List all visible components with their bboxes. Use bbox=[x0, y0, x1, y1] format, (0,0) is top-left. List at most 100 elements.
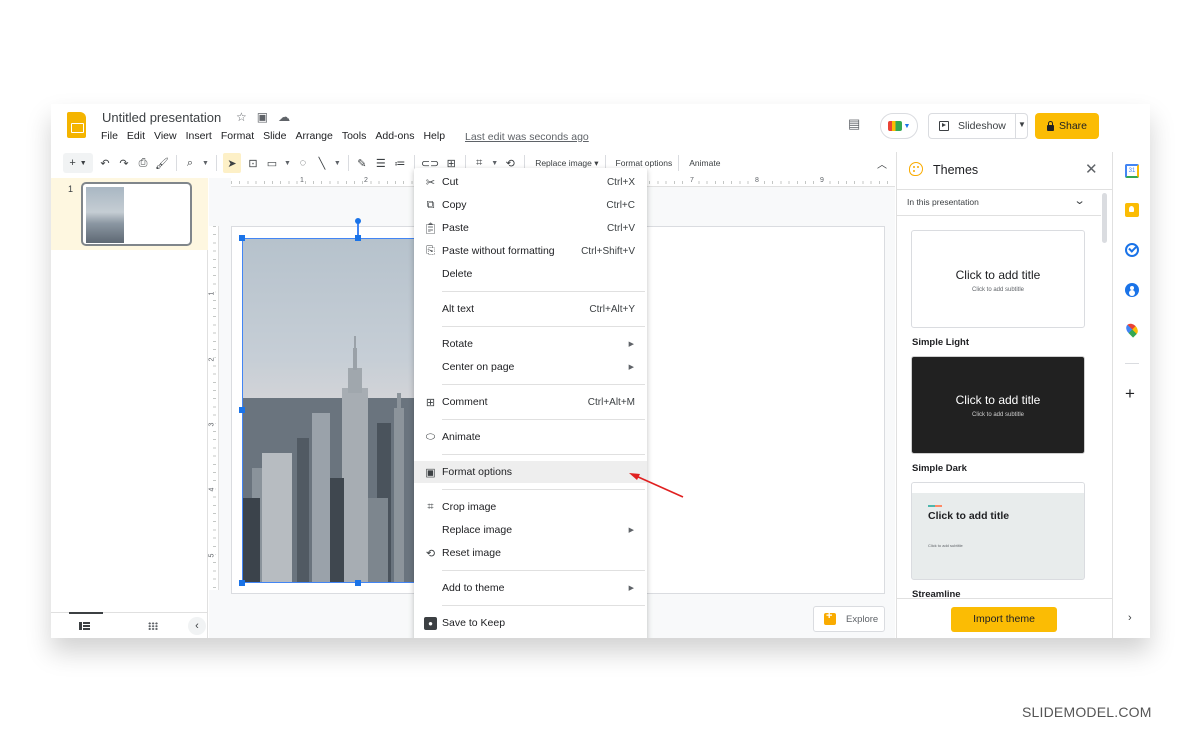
border-weight-icon[interactable]: ☰ bbox=[374, 153, 388, 173]
slides-logo-icon[interactable] bbox=[67, 112, 86, 138]
line-icon[interactable]: ╲ bbox=[315, 153, 329, 173]
menu-tools[interactable]: Tools bbox=[342, 130, 367, 142]
shape-icon[interactable]: ◌ bbox=[296, 153, 310, 173]
side-panel-addons: 31 + › bbox=[1112, 152, 1150, 638]
share-button[interactable]: Share bbox=[1035, 113, 1099, 139]
replace-image-button[interactable]: Replace image ▾ bbox=[535, 158, 598, 169]
keep-icon[interactable] bbox=[1125, 203, 1139, 217]
vertical-ruler[interactable]: 1 2 3 4 5 bbox=[208, 226, 219, 590]
slide-thumbnail-row[interactable]: 1 bbox=[51, 178, 208, 250]
explore-button[interactable]: Explore bbox=[813, 606, 885, 632]
crop-caret-icon[interactable]: ▼ bbox=[491, 160, 498, 167]
menu-item-save-to-keep[interactable]: ● Save to Keep bbox=[414, 612, 647, 634]
theme-card-simple-light[interactable]: Click to add title Click to add subtitle bbox=[911, 230, 1085, 328]
menu-separator bbox=[442, 384, 645, 385]
submenu-arrow-icon: ▶ bbox=[628, 364, 634, 371]
get-addons-plus-icon[interactable]: + bbox=[1125, 384, 1135, 404]
redo-icon[interactable]: ↷ bbox=[117, 153, 131, 173]
menu-separator bbox=[442, 570, 645, 571]
themes-scrollbar[interactable] bbox=[1102, 193, 1107, 243]
border-dash-icon[interactable]: ≔ bbox=[393, 153, 407, 173]
resize-handle-top[interactable] bbox=[355, 235, 361, 241]
star-icon[interactable]: ☆ bbox=[236, 110, 247, 124]
maps-icon[interactable] bbox=[1123, 321, 1141, 338]
menu-item-delete[interactable]: Delete bbox=[414, 263, 647, 285]
zoom-icon[interactable]: ⌕ bbox=[183, 153, 197, 173]
add-comment-icon: ⊞ bbox=[425, 396, 436, 409]
menu-view[interactable]: View bbox=[154, 130, 177, 142]
image-caret-icon[interactable]: ▼ bbox=[284, 160, 291, 167]
undo-icon[interactable]: ↶ bbox=[98, 153, 112, 173]
print-icon[interactable]: ⎙ bbox=[136, 153, 150, 173]
keep-icon: ● bbox=[424, 616, 437, 630]
menu-file[interactable]: File bbox=[101, 130, 118, 142]
move-to-folder-icon[interactable]: ▣ bbox=[257, 110, 268, 124]
paint-format-icon[interactable]: 🖌︎ bbox=[155, 153, 169, 173]
menu-item-animate[interactable]: ⬭ Animate bbox=[414, 426, 647, 448]
grid-view-icon[interactable] bbox=[148, 622, 158, 630]
calendar-icon[interactable]: 31 bbox=[1125, 164, 1139, 178]
line-caret-icon[interactable]: ▼ bbox=[334, 160, 341, 167]
show-side-panel-icon[interactable]: › bbox=[1128, 612, 1132, 624]
format-options-button[interactable]: Format options bbox=[616, 158, 673, 168]
themes-footer: Import theme bbox=[897, 598, 1112, 638]
menu-item-paste-without-formatting[interactable]: ⎘ Paste without formatting Ctrl+Shift+V bbox=[414, 240, 647, 262]
comment-history-icon[interactable]: ▤ bbox=[848, 116, 866, 132]
collapse-menus-icon[interactable]: ︿ bbox=[877, 156, 887, 171]
menu-help[interactable]: Help bbox=[423, 130, 445, 142]
menu-item-paste[interactable]: 📋︎ Paste Ctrl+V bbox=[414, 217, 647, 239]
slideshow-button[interactable]: Slideshow ▼ bbox=[928, 113, 1028, 139]
resize-handle-top-left[interactable] bbox=[239, 235, 245, 241]
import-theme-button[interactable]: Import theme bbox=[951, 607, 1057, 632]
lock-icon bbox=[1046, 120, 1054, 131]
menu-arrange[interactable]: Arrange bbox=[295, 130, 332, 142]
slideshow-label: Slideshow bbox=[958, 120, 1006, 132]
menu-item-comment[interactable]: ⊞ Comment Ctrl+Alt+M bbox=[414, 391, 647, 413]
menu-insert[interactable]: Insert bbox=[186, 130, 212, 142]
menu-item-copy[interactable]: ⧉ Copy Ctrl+C bbox=[414, 194, 647, 216]
theme-preview-subtitle: Click to add subtitle bbox=[971, 412, 1025, 418]
city-skyline-image[interactable] bbox=[242, 238, 416, 583]
tasks-icon[interactable] bbox=[1125, 243, 1139, 257]
document-title[interactable]: Untitled presentation bbox=[102, 110, 221, 125]
menu-format[interactable]: Format bbox=[221, 130, 254, 142]
themes-filter-dropdown[interactable]: In this presentation ⌄ bbox=[897, 190, 1101, 216]
menu-item-label: Add to theme bbox=[442, 582, 505, 594]
insert-image-icon[interactable]: ▭ bbox=[265, 153, 279, 173]
cloud-saved-icon[interactable]: ☁ bbox=[278, 110, 290, 124]
menu-item-alt-text[interactable]: Alt text Ctrl+Alt+Y bbox=[414, 298, 647, 320]
resize-handle-bottom-left[interactable] bbox=[239, 580, 245, 586]
menu-item-replace-image[interactable]: Replace image ▶ bbox=[414, 519, 647, 541]
theme-preview-title: Click to add title bbox=[928, 510, 1010, 522]
animate-button[interactable]: Animate bbox=[689, 158, 720, 168]
menu-edit[interactable]: Edit bbox=[127, 130, 145, 142]
filmstrip-view-icon[interactable] bbox=[79, 622, 90, 630]
menu-item-reset-image[interactable]: ⟲ Reset image bbox=[414, 542, 647, 564]
close-icon[interactable]: ✕ bbox=[1085, 160, 1098, 178]
menu-item-crop-image[interactable]: ⌗ Crop image bbox=[414, 496, 647, 518]
theme-card-streamline[interactable]: Click to add title Click to add subtitle bbox=[911, 482, 1085, 580]
menu-item-format-options[interactable]: ▣ Format options bbox=[414, 461, 647, 483]
menu-addons[interactable]: Add-ons bbox=[375, 130, 414, 142]
menu-item-cut[interactable]: ✂ Cut Ctrl+X bbox=[414, 171, 647, 193]
menu-item-rotate[interactable]: Rotate ▶ bbox=[414, 333, 647, 355]
select-cursor-icon[interactable]: ➤ bbox=[222, 153, 241, 173]
hide-filmstrip-icon[interactable]: ‹ bbox=[188, 617, 206, 635]
border-color-icon[interactable]: ✎ bbox=[355, 153, 369, 173]
menu-item-center-on-page[interactable]: Center on page ▶ bbox=[414, 356, 647, 378]
rotate-handle[interactable] bbox=[355, 218, 361, 224]
slide-thumbnail[interactable] bbox=[81, 182, 192, 246]
theme-card-simple-dark[interactable]: Click to add title Click to add subtitle bbox=[911, 356, 1085, 454]
new-slide-button[interactable]: + ▼ bbox=[63, 153, 93, 173]
resize-handle-bottom[interactable] bbox=[355, 580, 361, 586]
resize-handle-left[interactable] bbox=[239, 407, 245, 413]
meet-button[interactable]: ▼ bbox=[880, 113, 918, 139]
menu-item-label: Replace image bbox=[442, 524, 513, 536]
menu-slide[interactable]: Slide bbox=[263, 130, 286, 142]
zoom-caret-icon[interactable]: ▼ bbox=[202, 160, 209, 167]
last-edit-link[interactable]: Last edit was seconds ago bbox=[465, 131, 589, 143]
slideshow-options-caret-icon[interactable]: ▼ bbox=[1018, 120, 1026, 129]
menu-item-add-to-theme[interactable]: Add to theme ▶ bbox=[414, 577, 647, 599]
text-box-icon[interactable]: ⊡ bbox=[246, 153, 260, 173]
contacts-icon[interactable] bbox=[1125, 283, 1139, 297]
